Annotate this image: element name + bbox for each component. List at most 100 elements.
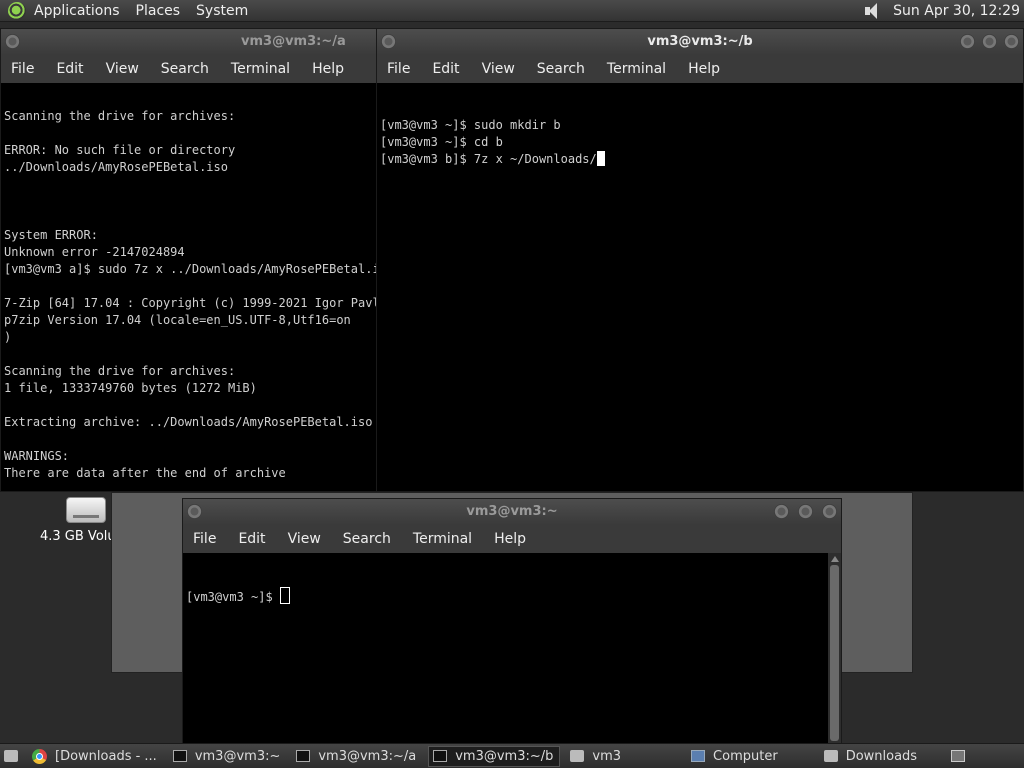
window-title-b: vm3@vm3:~/b [647,34,753,49]
terminal-line: WARNINGS: [4,449,70,463]
workspace-icon [951,750,966,762]
show-desktop-button[interactable] [0,746,22,767]
task-label: vm3@vm3:~/a [318,748,417,764]
scroll-thumb[interactable] [830,565,839,741]
terminal-line: Unknown error -2147024894 [4,245,185,259]
task-folder-vm3[interactable]: vm3 [566,746,627,767]
task-label: vm3@vm3:~ [194,748,281,764]
terminal-output-home[interactable]: [vm3@vm3 ~]$ [183,553,841,743]
task-downloads-browser[interactable]: [Downloads - ... [28,746,163,767]
titlebar-home[interactable]: vm3@vm3:~ [183,499,841,525]
menu-file[interactable]: File [387,61,410,77]
menu-help[interactable]: Help [312,61,344,77]
task-terminal-a[interactable]: vm3@vm3:~/a [292,746,422,767]
scrollbar[interactable] [828,553,841,743]
text-cursor [279,587,290,604]
terminal-line: [vm3@vm3 ~]$ cd b [380,135,503,149]
computer-icon [691,750,706,762]
close-icon[interactable] [822,504,837,519]
window-title-a: vm3@vm3:~/a [241,34,346,49]
task-label: [Downloads - ... [55,748,157,764]
terminal-window-b: vm3@vm3:~/b File Edit View Search Termin… [376,28,1024,492]
terminal-icon [296,750,311,762]
prompt-text: [vm3@vm3 b]$ 7z x ~/Downloads/ [380,152,597,166]
titlebar-b[interactable]: vm3@vm3:~/b [377,29,1023,55]
distro-logo-icon[interactable] [8,1,26,20]
task-label: Downloads [845,748,918,764]
folder-icon [823,750,838,762]
bottom-taskbar: [Downloads - ... vm3@vm3:~ vm3@vm3:~/a v… [0,743,1024,768]
scroll-up-icon[interactable] [831,556,839,562]
terminal-window-a: vm3@vm3:~/a File Edit View Search Termin… [0,28,378,492]
menu-help[interactable]: Help [494,531,526,547]
titlebar-a[interactable]: vm3@vm3:~/a [1,29,377,55]
menubar-home: File Edit View Search Terminal Help [183,525,841,553]
terminal-line: ) [4,330,12,344]
terminal-line: There are data after the end of archive [4,466,286,480]
menu-view[interactable]: View [482,61,515,77]
menu-system[interactable]: System [196,3,248,19]
task-label: vm3@vm3:~/b [455,748,554,764]
terminal-icon [433,750,448,762]
volume-icon[interactable] [863,2,883,20]
menu-edit[interactable]: Edit [432,61,459,77]
minimize-icon[interactable] [774,504,789,519]
clock[interactable]: Sun Apr 30, 12:29 [893,3,1020,19]
task-label: vm3 [592,748,622,764]
show-desktop-icon [4,750,18,762]
menu-edit[interactable]: Edit [56,61,83,77]
menu-terminal[interactable]: Terminal [607,61,666,77]
task-terminal-b[interactable]: vm3@vm3:~/b [428,745,561,767]
terminal-line: 1 file, 1333749760 bytes (1272 MiB) [4,381,257,395]
panel-tray: Sun Apr 30, 12:29 [863,0,1020,22]
minimize-icon[interactable] [960,34,975,49]
folder-icon [570,750,585,762]
menu-places[interactable]: Places [136,3,181,19]
terminal-line: ERROR: No such file or directory [4,143,236,157]
workspace-switcher[interactable] [947,746,979,767]
chrome-icon [32,748,47,764]
menu-edit[interactable]: Edit [238,531,265,547]
terminal-b-history: [vm3@vm3 ~]$ sudo mkdir b [vm3@vm3 ~]$ cd… [380,117,1023,151]
close-icon[interactable] [1004,34,1019,49]
top-panel: Applications Places System Sun Apr 30, 1… [0,0,1024,22]
menu-view[interactable]: View [288,531,321,547]
menu-search[interactable]: Search [161,61,209,77]
terminal-line: Scanning the drive for archives: [4,364,236,378]
terminal-window-home: vm3@vm3:~ File Edit View Search Terminal… [182,498,842,744]
menu-applications[interactable]: Applications [34,3,120,19]
terminal-home-prompt: [vm3@vm3 ~]$ [186,587,841,606]
drive-icon [66,497,106,523]
window-menu-icon[interactable] [5,34,20,49]
terminal-line: Scanning the drive for archives: [4,109,236,123]
menu-file[interactable]: File [11,61,34,77]
terminal-line: 7-Zip [64] 17.04 : Copyright (c) 1999-20… [4,296,377,310]
maximize-icon[interactable] [798,504,813,519]
menu-file[interactable]: File [193,531,216,547]
menu-view[interactable]: View [106,61,139,77]
text-cursor [596,151,605,166]
maximize-icon[interactable] [982,34,997,49]
menu-terminal[interactable]: Terminal [231,61,290,77]
terminal-line: Extracting archive: ../Downloads/AmyRose… [4,415,373,429]
task-computer[interactable]: Computer [687,746,784,767]
window-title-home: vm3@vm3:~ [466,504,558,519]
terminal-output-a[interactable]: Scanning the drive for archives: ERROR: … [1,83,377,491]
menu-search[interactable]: Search [537,61,585,77]
menu-search[interactable]: Search [343,531,391,547]
menubar-b: File Edit View Search Terminal Help [377,55,1023,83]
terminal-line: ../Downloads/AmyRosePEBetal.iso [4,160,228,174]
terminal-output-b[interactable]: [vm3@vm3 ~]$ sudo mkdir b [vm3@vm3 ~]$ cd… [377,83,1023,491]
task-terminal-home[interactable]: vm3@vm3:~ [169,746,287,767]
terminal-icon [172,750,187,762]
menu-terminal[interactable]: Terminal [413,531,472,547]
task-downloads-folder[interactable]: Downloads [820,746,923,767]
menu-help[interactable]: Help [688,61,720,77]
